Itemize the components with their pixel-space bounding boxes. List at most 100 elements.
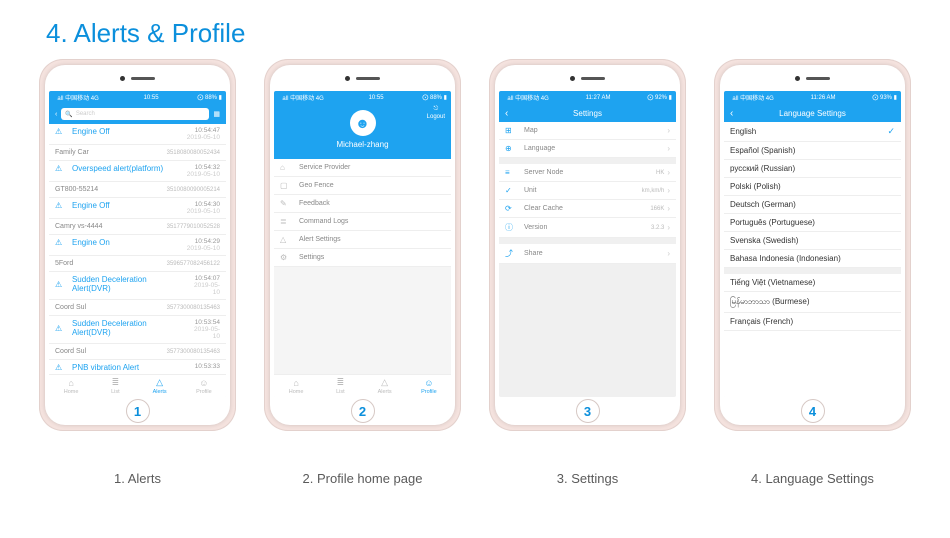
logout-icon: ⎋ — [433, 106, 438, 113]
alert-device-row: Coord Sul3577300080135463 — [49, 344, 226, 360]
setting-value: HK — [656, 170, 664, 176]
settings-list: ⊞Map›⊕Language›≡Server NodeHK›✓Unitkm,km… — [499, 122, 676, 397]
tab-home[interactable]: ⌂Home — [49, 375, 93, 397]
setting-value: 3.2.3 — [651, 225, 664, 231]
language-row[interactable]: Português (Portuguese) — [724, 214, 901, 232]
status-bar: ⠀all 中国移动 4G ⠀10:55⨀ 88% ▮ — [274, 91, 451, 104]
tab-icon: ≣ — [112, 377, 120, 388]
alert-title: Overspeed alert(platform) — [72, 164, 163, 173]
language-row[interactable]: русский (Russian) — [724, 160, 901, 178]
chevron-right-icon: › — [667, 186, 670, 195]
settings-row[interactable]: ≡Server NodeHK› — [499, 164, 676, 182]
logout-button[interactable]: ⎋ Logout — [427, 106, 445, 120]
profile-menu-item[interactable]: △Alert Settings — [274, 231, 451, 249]
tab-list[interactable]: ≣List — [318, 375, 362, 397]
back-icon[interactable]: ‹ — [55, 111, 57, 118]
setting-value: km,km/h — [642, 188, 665, 194]
setting-label: Server Node — [524, 169, 563, 176]
profile-menu-item[interactable]: ▢Geo Fence — [274, 177, 451, 195]
tab-label: Home — [64, 389, 79, 395]
language-label: Bahasa Indonesia (Indonesian) — [730, 254, 841, 263]
alert-row[interactable]: ⚠Sudden Deceleration Alert(DVR)10:53:542… — [49, 316, 226, 344]
language-label: Polski (Polish) — [730, 182, 781, 191]
alerts-search-bar: ‹ 🔍 Search ▦ — [49, 104, 226, 124]
tab-profile[interactable]: ☺Profile — [182, 375, 226, 397]
menu-label: Feedback — [299, 200, 330, 207]
header-title: Language Settings — [779, 109, 846, 118]
back-icon[interactable]: ‹ — [730, 108, 733, 119]
language-label: English — [730, 127, 756, 136]
language-row[interactable]: Tiếng Việt (Vietnamese) — [724, 274, 901, 292]
alert-time: 10:54:30 — [187, 201, 220, 208]
language-row[interactable]: Deutsch (German) — [724, 196, 901, 214]
alert-date: 2019-05-10 — [187, 134, 220, 141]
tab-label: Home — [289, 389, 304, 395]
alert-time: 10:54:29 — [187, 238, 220, 245]
tab-home[interactable]: ⌂Home — [274, 375, 318, 397]
alert-row[interactable]: ⚠Engine Off10:54:472019-05-10 — [49, 124, 226, 145]
language-row[interactable]: Français (French) — [724, 313, 901, 331]
back-icon[interactable]: ‹ — [505, 108, 508, 119]
alert-date: 2019-05-10 — [187, 171, 220, 178]
profile-menu-item[interactable]: ✎Feedback — [274, 195, 451, 213]
settings-row[interactable]: ✓Unitkm,km/h› — [499, 182, 676, 200]
alert-row[interactable]: ⚠Engine On10:54:292019-05-10 — [49, 235, 226, 256]
caption-3: 3. Settings — [557, 471, 618, 486]
tab-alerts[interactable]: △Alerts — [138, 375, 182, 397]
profile-menu-item[interactable]: ⚙Settings — [274, 249, 451, 267]
alert-icon: ⚠ — [55, 201, 65, 210]
status-bar: ⠀all 中国移动 4G11:26 AM⨀ 93% ▮ — [724, 91, 901, 104]
device-id: 3517779010052528 — [167, 224, 220, 230]
avatar[interactable]: ☻ — [350, 110, 376, 136]
setting-label: Language — [524, 145, 555, 152]
caption-1: 1. Alerts — [114, 471, 161, 486]
chevron-right-icon: › — [667, 204, 670, 213]
setting-icon: ⊕ — [505, 144, 515, 153]
language-row[interactable]: English✓ — [724, 122, 901, 142]
setting-label: Unit — [524, 187, 536, 194]
profile-menu-item[interactable]: ≣Command Logs — [274, 213, 451, 231]
alert-row[interactable]: ⚠Overspeed alert(platform)10:54:322019-0… — [49, 161, 226, 182]
alert-row[interactable]: ⚠PNB vibration Alert10:53:33 — [49, 360, 226, 374]
tab-list[interactable]: ≣List — [93, 375, 137, 397]
chevron-right-icon: › — [667, 168, 670, 177]
home-button[interactable]: 1 — [126, 399, 150, 423]
settings-row[interactable]: ⓘVersion3.2.3› — [499, 218, 676, 238]
home-button[interactable]: 2 — [351, 399, 375, 423]
language-row[interactable]: Bahasa Indonesia (Indonesian) — [724, 250, 901, 268]
menu-label: Alert Settings — [299, 236, 341, 243]
language-row[interactable]: မြန်မာဘာသာ (Burmese) — [724, 292, 901, 313]
alert-row[interactable]: ⚠Engine Off10:54:302019-05-10 — [49, 198, 226, 219]
settings-row[interactable]: ⤴Share› — [499, 244, 676, 264]
settings-row[interactable]: ⊕ Language › — [499, 140, 676, 158]
language-row[interactable]: Svenska (Swedish) — [724, 232, 901, 250]
device-name: Coord Sul — [55, 348, 86, 355]
alert-time: 10:53:54 — [187, 319, 220, 326]
alert-row[interactable]: ⚠Sudden Deceleration Alert(DVR)10:54:072… — [49, 272, 226, 300]
language-label: Português (Portuguese) — [730, 218, 815, 227]
menu-icon: ⚙ — [280, 253, 290, 262]
alert-time: 10:54:07 — [187, 275, 220, 282]
calendar-icon[interactable]: ▦ — [213, 110, 220, 118]
home-button[interactable]: 4 — [801, 399, 825, 423]
tab-profile[interactable]: ☺Profile — [407, 375, 451, 397]
setting-label: Share — [524, 250, 543, 257]
search-input[interactable]: 🔍 Search — [61, 108, 209, 120]
language-row[interactable]: Español (Spanish) — [724, 142, 901, 160]
profile-menu: ⌂Service Provider▢Geo Fence✎Feedback≣Com… — [274, 159, 451, 374]
tab-icon: ≣ — [337, 377, 345, 388]
home-button[interactable]: 3 — [576, 399, 600, 423]
search-placeholder: Search — [76, 111, 95, 117]
language-list: English✓Español (Spanish) русский (Russia… — [724, 122, 901, 397]
tab-icon: ⌂ — [68, 378, 73, 388]
device-name: Family Car — [55, 149, 89, 156]
tab-label: List — [111, 389, 120, 395]
profile-menu-item[interactable]: ⌂Service Provider — [274, 159, 451, 177]
tab-alerts[interactable]: △Alerts — [363, 375, 407, 397]
language-row[interactable]: Polski (Polish) — [724, 178, 901, 196]
chevron-right-icon: › — [667, 144, 670, 153]
alert-icon: ⚠ — [55, 127, 65, 136]
settings-row[interactable]: ⟳Clear Cache166K› — [499, 200, 676, 218]
settings-row[interactable]: ⊞Map› — [499, 122, 676, 140]
language-label: русский (Russian) — [730, 164, 795, 173]
